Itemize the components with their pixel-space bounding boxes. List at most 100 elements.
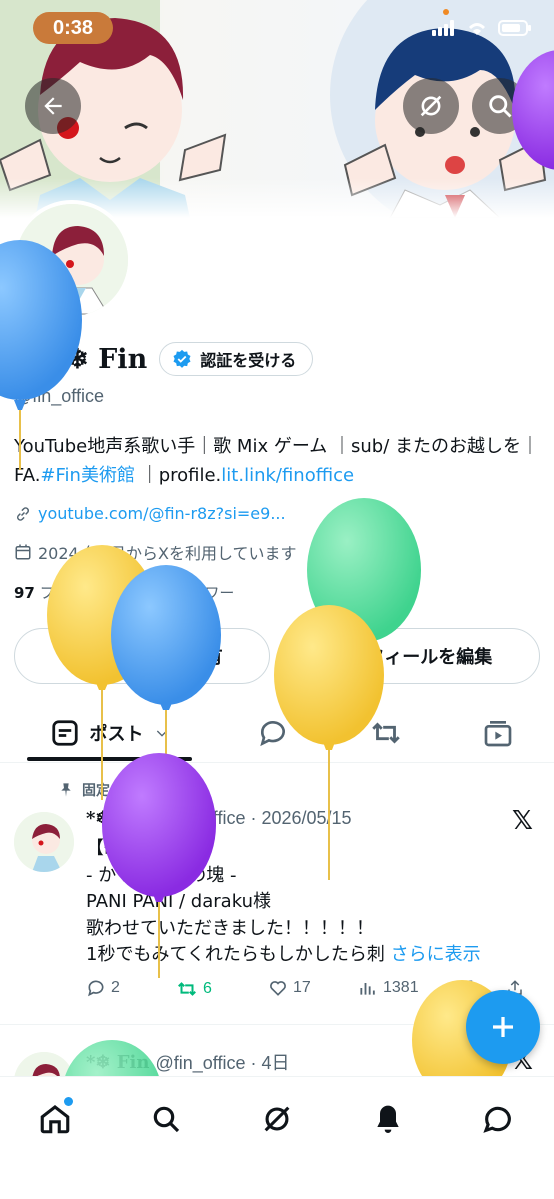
reply-icon [88,980,104,997]
pin-icon [61,783,71,797]
pinned-label-row: 固定 [58,780,110,800]
grok-icon [420,95,442,117]
profile-bio: YouTube地声系歌い手｜歌 Mix ゲーム ｜sub/ またのお越しを｜FA… [14,432,544,490]
profile-handle: @fin_office [14,386,104,406]
wifi-icon [469,23,485,35]
battery-icon [498,20,531,36]
calendar-icon [15,544,31,560]
tweet-line: 1秒でもみてくれたらもしかしたら刺 [86,944,385,965]
bio-hashtag-link[interactable]: #Fin美術館 [40,465,135,486]
bookmark-button[interactable] [458,978,476,998]
nav-grok[interactable] [253,1095,301,1143]
following-label: フォロー中 [34,584,115,602]
like-button[interactable]: 17 [268,978,311,998]
bio-profile-link[interactable]: lit.link/finoffice [221,465,354,486]
get-verified-label: 認証を受ける [200,351,297,370]
repost-icon [178,982,196,996]
tweet-author-name[interactable]: *❄ Fin [86,1052,149,1073]
profile-tabs: ポスト [0,703,554,763]
followers-label: フォロワー [154,584,235,602]
website-row: youtube.com/@fin-r8z?si=e9... [14,504,286,523]
tweet-avatar-image [14,812,74,872]
tab-replies[interactable] [245,703,301,763]
get-verified-button[interactable]: 認証を受ける [159,342,314,376]
views-chart-icon [360,983,375,995]
reply-button[interactable]: 2 [86,978,120,998]
reply-bubble-icon [260,721,285,747]
tweet-line: PANI PANI / daraku様 [86,891,271,912]
chat-bubble-icon [483,1106,511,1133]
compose-post-button[interactable] [466,990,540,1064]
plus-icon [493,1017,513,1037]
nav-explore[interactable] [142,1095,190,1143]
name-row: *❄ Fin 認証を受ける [14,342,314,376]
followers-count: 16 [133,584,155,602]
posts-tab-icon [51,720,78,746]
tweet-header: *❄ Fin @fin_office · 4日 [86,1049,289,1075]
join-date: 2024 年9月からXを利用しています [38,544,297,563]
bottom-navigation [0,1076,554,1199]
views-button[interactable]: 1381 [358,978,419,998]
tweet-author-name[interactable]: *❄ Fin [86,808,149,829]
repost-count: 6 [203,980,212,997]
media-video-icon [484,721,512,747]
tab-reposts[interactable] [358,703,414,763]
view-count: 1381 [383,979,419,996]
tab-posts[interactable]: ポスト [27,703,192,763]
active-tab-indicator [27,757,192,761]
show-more-link[interactable]: さらに表示 [385,944,481,965]
bell-icon [377,1105,399,1133]
display-name: *❄ Fin [52,343,148,375]
edit-profile-button[interactable]: プロフィールを編集 [283,628,540,684]
tab-posts-label: ポスト [89,724,144,745]
tweet-line: 歌わせていただきました！！！！！ [86,917,374,939]
home-notification-dot [64,1097,73,1106]
follow-counts: 97 フォロー中 16 フォロワー [14,582,234,603]
like-count: 17 [293,979,311,996]
grok-icon [264,1106,290,1132]
grok-button[interactable] [403,78,459,134]
back-arrow-icon [44,97,62,115]
tweet-avatar[interactable] [14,812,74,872]
reply-count: 2 [111,979,120,996]
avatar-image [16,204,128,316]
repost-button[interactable]: 6 [176,978,212,1000]
tweet-text[interactable]: 【歌ってみた】 - かっこよさの塊 - PANI PANI / daraku様 … [86,836,526,969]
back-button[interactable] [25,78,81,134]
verified-badge-icon [173,349,191,368]
status-time: 0:38 [33,12,113,44]
x-logo-icon[interactable]: 𝕏 [512,806,533,836]
nav-home[interactable] [31,1095,79,1143]
balloon-green [307,498,421,720]
tweet-line: - かっこよさの塊 - [86,864,237,886]
chevron-down-icon[interactable] [154,725,170,741]
tweet-header: *❄ Fin @fin_office · 2026/05/15 [86,808,352,829]
followers-link[interactable]: 16 フォロワー [134,584,235,602]
share-profile-button[interactable]: プロフィールを共有 [14,628,270,684]
bookmark-icon [461,980,473,997]
tweet-handle-date[interactable]: @fin_office · 2026/05/15 [155,808,351,829]
search-icon [153,1106,180,1133]
tweet-handle-date[interactable]: @fin_office · 4日 [155,1049,289,1075]
join-date-row: 2024 年9月からXを利用しています [14,540,296,564]
heart-icon [270,981,286,996]
repost-icon [372,722,400,744]
nav-notifications[interactable] [364,1095,412,1143]
balloon-blue [111,565,221,820]
profile-avatar[interactable] [12,200,132,320]
pinned-label: 固定 [82,783,110,799]
following-count: 97 [14,584,35,602]
status-icons [432,20,532,36]
following-link[interactable]: 97 フォロー中 [14,584,115,602]
bio-text-part2: ｜profile. [134,465,222,486]
cellular-signal-icon [432,20,454,36]
search-icon [489,95,512,118]
tweet-actions: 2 6 17 1381 [86,978,526,1004]
link-icon [16,506,30,521]
website-link[interactable]: youtube.com/@fin-r8z?si=e9... [38,504,286,523]
tweet-line: 【歌ってみた】 [86,838,212,859]
search-button[interactable] [472,78,528,134]
nav-messages[interactable] [474,1095,522,1143]
tab-media[interactable] [470,703,526,763]
privacy-indicator-dot [443,9,449,15]
